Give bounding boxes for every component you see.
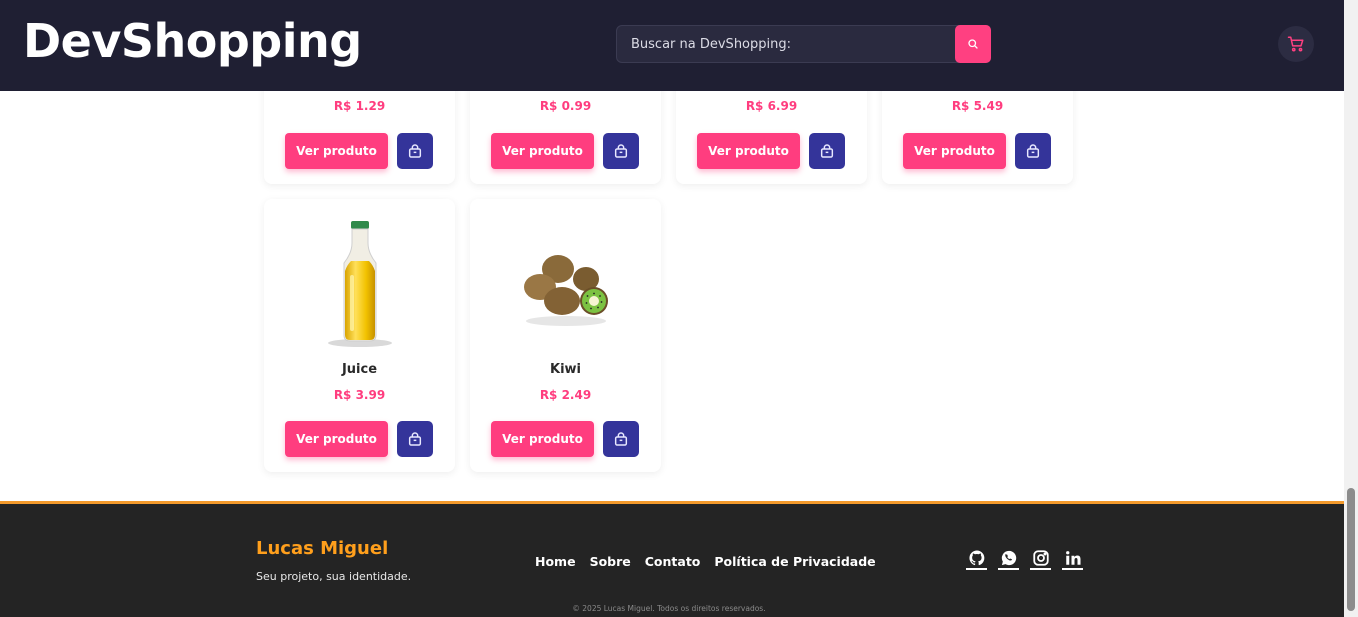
shopping-bag-icon <box>614 432 628 446</box>
product-price: R$ 3.99 <box>333 388 386 402</box>
search-button[interactable] <box>955 25 991 63</box>
instagram-icon[interactable] <box>1030 549 1051 570</box>
search-input[interactable] <box>617 26 955 62</box>
kiwi-image <box>523 255 608 326</box>
product-card: Juice R$ 3.99 Ver produto <box>264 199 455 472</box>
github-icon[interactable] <box>966 549 987 570</box>
page-scrollbar[interactable] <box>1344 0 1358 617</box>
product-price: R$ 2.49 <box>539 388 592 402</box>
add-to-cart-button[interactable] <box>603 421 639 457</box>
product-price: R$ 6.99 <box>745 99 798 113</box>
add-to-cart-button[interactable] <box>603 133 639 169</box>
product-card: Kiwi R$ 2.49 Ver produto <box>470 199 661 472</box>
add-to-cart-button[interactable] <box>809 133 845 169</box>
footer-link-home[interactable]: Home <box>535 554 576 569</box>
footer-copyright: © 2025 Lucas Miguel. Todos os direitos r… <box>572 604 766 613</box>
shopping-bag-icon <box>408 144 422 158</box>
product-name: Kiwi <box>550 362 581 377</box>
search-icon <box>968 39 978 49</box>
shopping-bag-icon <box>408 432 422 446</box>
juice-bottle-image <box>327 221 392 347</box>
shopping-bag-icon <box>614 144 628 158</box>
scrollbar-thumb[interactable] <box>1347 488 1355 611</box>
footer-name: Lucas Miguel <box>256 538 389 559</box>
view-product-button[interactable]: Ver produto <box>491 133 594 169</box>
product-price: R$ 0.99 <box>539 99 592 113</box>
view-product-button[interactable]: Ver produto <box>285 421 388 457</box>
add-to-cart-button[interactable] <box>1015 133 1051 169</box>
shopping-bag-icon <box>820 144 834 158</box>
footer-tagline: Seu projeto, sua identidade. <box>256 570 412 583</box>
product-price: R$ 5.49 <box>951 99 1004 113</box>
cart-button[interactable] <box>1278 26 1314 62</box>
product-name: Juice <box>341 362 378 377</box>
footer-link-sobre[interactable]: Sobre <box>590 554 631 569</box>
product-image[interactable] <box>264 219 455 349</box>
view-product-button[interactable]: Ver produto <box>903 133 1006 169</box>
search-bar <box>616 25 991 63</box>
brand-logo[interactable]: DevShopping <box>23 14 362 68</box>
cart-icon <box>1287 36 1304 52</box>
whatsapp-icon[interactable] <box>998 549 1019 570</box>
linkedin-icon[interactable] <box>1062 549 1083 570</box>
site-header: DevShopping <box>0 0 1344 91</box>
shopping-bag-icon <box>1026 144 1040 158</box>
add-to-cart-button[interactable] <box>397 421 433 457</box>
footer-link-contato[interactable]: Contato <box>645 554 701 569</box>
product-image[interactable] <box>470 249 661 329</box>
view-product-button[interactable]: Ver produto <box>285 133 388 169</box>
footer-nav: Home Sobre Contato Política de Privacida… <box>535 554 876 569</box>
view-product-button[interactable]: Ver produto <box>697 133 800 169</box>
product-price: R$ 1.29 <box>333 99 386 113</box>
footer-link-privacidade[interactable]: Política de Privacidade <box>714 554 875 569</box>
social-links <box>966 549 1083 570</box>
add-to-cart-button[interactable] <box>397 133 433 169</box>
view-product-button[interactable]: Ver produto <box>491 421 594 457</box>
site-footer: Lucas Miguel Seu projeto, sua identidade… <box>0 501 1344 617</box>
